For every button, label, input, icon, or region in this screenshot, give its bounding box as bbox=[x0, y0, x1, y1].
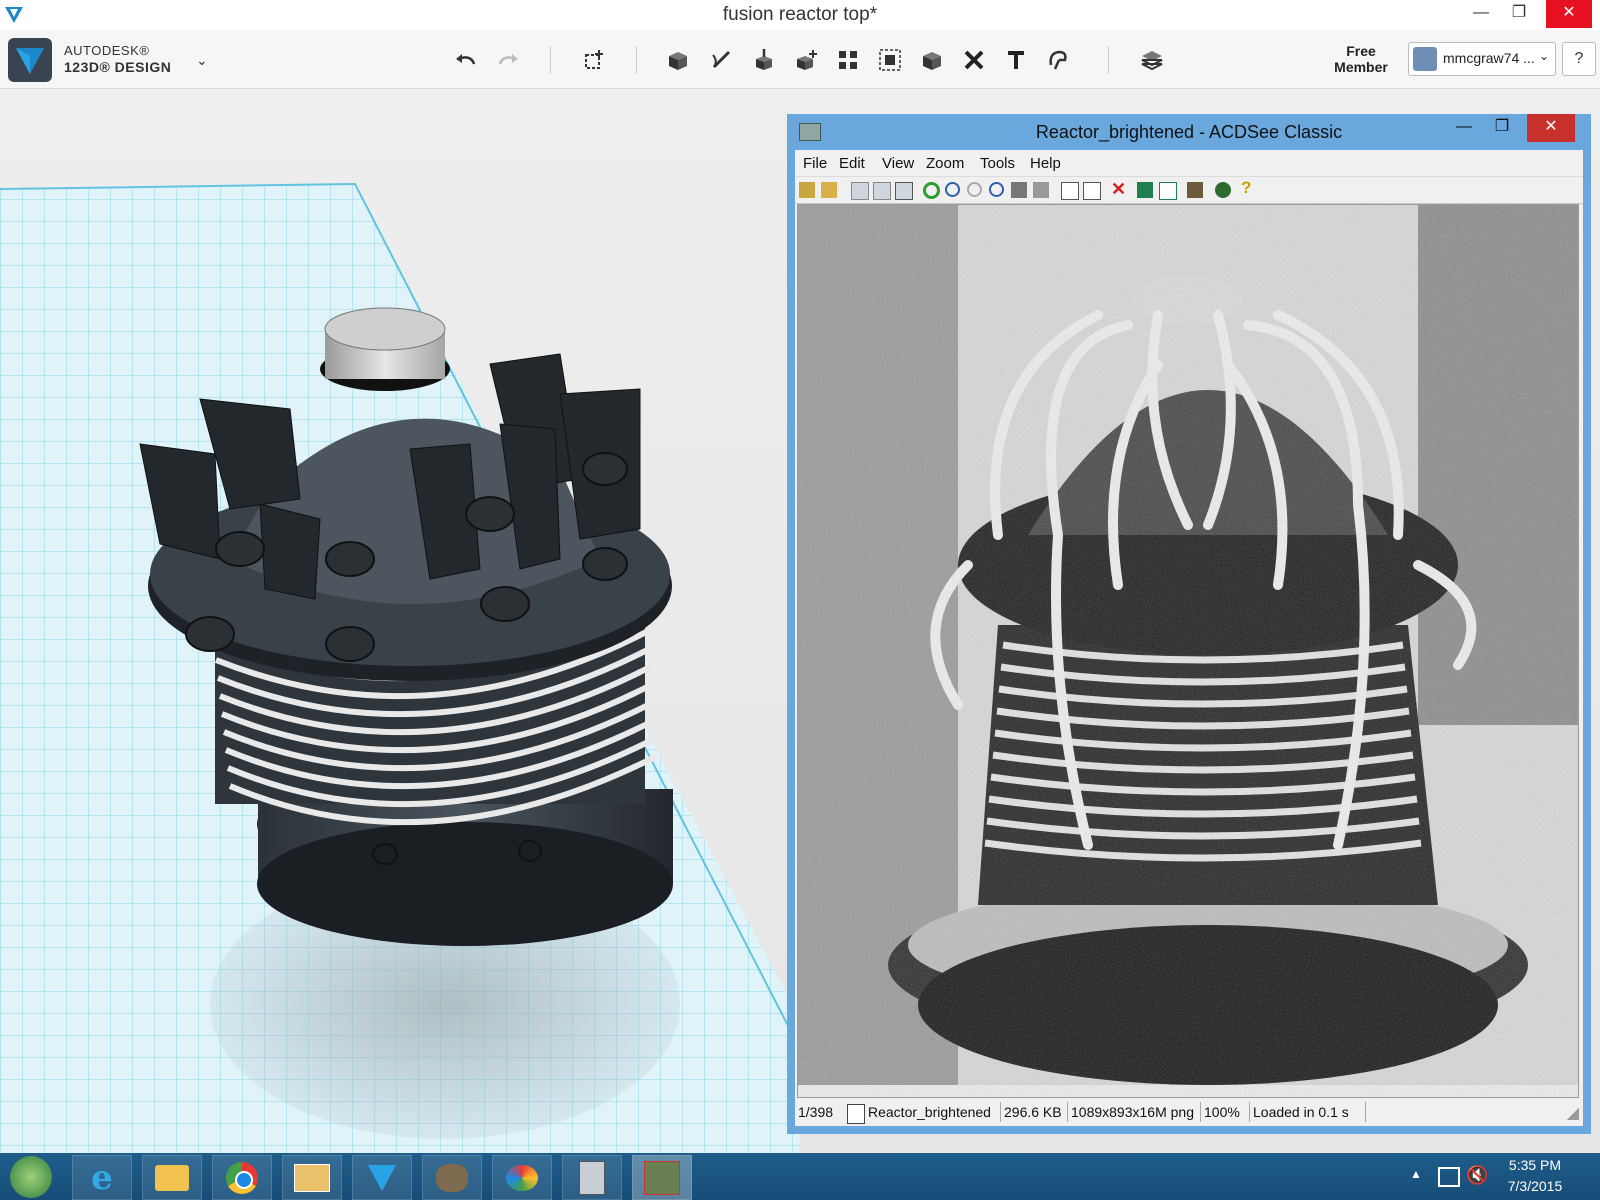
wallpaper-icon[interactable] bbox=[1215, 182, 1231, 198]
resize-grip-icon[interactable] bbox=[1567, 1108, 1579, 1120]
taskbar: e ▲ 🔇 5:35 PM 7/3/2015 bbox=[0, 1153, 1600, 1200]
zoom-in-icon[interactable] bbox=[989, 182, 1004, 197]
user-name: mmcgraw74 ... bbox=[1443, 50, 1535, 66]
acdsee-client-area: File Edit View Zoom Tools Help ✕ ? 1/398… bbox=[795, 150, 1583, 1126]
reactor-photo bbox=[798, 205, 1578, 1097]
print-icon[interactable] bbox=[1011, 182, 1027, 198]
next-image-icon[interactable] bbox=[873, 182, 891, 200]
modify-icon[interactable] bbox=[790, 44, 822, 76]
copy-icon[interactable] bbox=[1061, 182, 1079, 200]
menu-file[interactable]: File bbox=[803, 155, 827, 172]
primitives-icon[interactable] bbox=[662, 44, 694, 76]
acdsee-window: Reactor_brightened - ACDSee Classic — ❐ … bbox=[787, 114, 1591, 1134]
previous-image-icon[interactable] bbox=[851, 182, 869, 200]
internet-explorer-icon[interactable]: e bbox=[72, 1155, 132, 1200]
status-file-size: 296.6 KB bbox=[1000, 1102, 1066, 1122]
construct-icon[interactable] bbox=[748, 44, 780, 76]
delete-icon[interactable]: ✕ bbox=[1111, 179, 1126, 200]
acdsee-status-bar: 1/398 Reactor_brightened 296.6 KB 1089x8… bbox=[795, 1100, 1583, 1126]
menu-edit[interactable]: Edit bbox=[839, 155, 865, 172]
acdsee-menu-bar: File Edit View Zoom Tools Help bbox=[795, 150, 1583, 176]
acquire-icon[interactable] bbox=[1033, 182, 1049, 198]
membership-line1: Free bbox=[1346, 43, 1376, 59]
menu-help[interactable]: Help bbox=[1030, 155, 1061, 172]
status-filename: Reactor_brightened bbox=[868, 1104, 991, 1120]
acdsee-icon[interactable] bbox=[632, 1155, 692, 1200]
status-load-time: Loaded in 0.1 s bbox=[1249, 1102, 1363, 1122]
acdsee-title-bar: Reactor_brightened - ACDSee Classic — ❐ … bbox=[787, 114, 1591, 150]
toolbar-separator bbox=[1108, 46, 1109, 74]
status-zoom: 100% bbox=[1200, 1102, 1248, 1122]
mail-icon[interactable] bbox=[282, 1155, 342, 1200]
acdsee-restore-button[interactable]: ❐ bbox=[1485, 114, 1519, 142]
avatar bbox=[1413, 47, 1437, 71]
window-title: fusion reactor top* bbox=[722, 4, 878, 25]
status-dimensions: 1089x893x16M png bbox=[1067, 1102, 1199, 1122]
combine-icon[interactable] bbox=[916, 44, 948, 76]
close-button[interactable]: ✕ bbox=[1546, 0, 1592, 28]
menu-tools[interactable]: Tools bbox=[980, 155, 1015, 172]
acdsee-close-button[interactable]: ✕ bbox=[1527, 114, 1575, 142]
file-type-icon bbox=[847, 1104, 865, 1124]
menu-view[interactable]: View bbox=[882, 155, 914, 172]
acdsee-toolbar: ✕ ? bbox=[795, 176, 1583, 204]
paste-icon[interactable] bbox=[1083, 182, 1101, 200]
snap-icon[interactable] bbox=[1042, 44, 1074, 76]
text-icon[interactable] bbox=[1000, 44, 1032, 76]
sketch-icon[interactable] bbox=[706, 44, 738, 76]
transform-icon[interactable] bbox=[578, 44, 610, 76]
clock-date[interactable]: 7/3/2015 bbox=[1490, 1178, 1580, 1194]
properties-icon[interactable] bbox=[1159, 182, 1177, 200]
grouping-icon[interactable] bbox=[874, 44, 906, 76]
status-image-index: 1/398 bbox=[798, 1104, 834, 1120]
network-icon[interactable] bbox=[1438, 1167, 1460, 1187]
delete-icon[interactable] bbox=[958, 44, 990, 76]
help-icon[interactable]: ? bbox=[1241, 178, 1251, 198]
brand-name-line1: AUTODESK® bbox=[64, 43, 150, 58]
user-menu[interactable]: mmcgraw74 ... ⌄ bbox=[1408, 42, 1556, 76]
paint-icon[interactable] bbox=[492, 1155, 552, 1200]
image-viewer[interactable] bbox=[797, 204, 1579, 1098]
membership-status: Free Member bbox=[1320, 43, 1402, 75]
zoom-reset-icon[interactable] bbox=[967, 182, 982, 197]
file-explorer-icon[interactable] bbox=[142, 1155, 202, 1200]
minimize-button[interactable]: — bbox=[1464, 0, 1498, 28]
start-icon[interactable] bbox=[10, 1156, 52, 1198]
browse-icon[interactable] bbox=[799, 182, 815, 198]
brand-logo-icon[interactable] bbox=[8, 38, 52, 82]
123d-design-icon[interactable] bbox=[352, 1155, 412, 1200]
full-screen-icon[interactable] bbox=[895, 182, 913, 200]
redo-icon[interactable] bbox=[492, 44, 524, 76]
restore-button[interactable]: ❐ bbox=[1502, 0, 1536, 28]
zoom-out-icon[interactable] bbox=[945, 182, 960, 197]
rename-icon[interactable] bbox=[1137, 182, 1153, 198]
app-menu-chevron-icon[interactable]: ⌄ bbox=[196, 52, 208, 69]
acdsee-minimize-button[interactable]: — bbox=[1447, 114, 1481, 142]
clock-time[interactable]: 5:35 PM bbox=[1490, 1157, 1580, 1173]
material-icon[interactable] bbox=[1136, 44, 1168, 76]
brand-name-line2: 123D® DESIGN bbox=[64, 59, 172, 75]
membership-line2: Member bbox=[1334, 59, 1388, 75]
open-folder-icon[interactable] bbox=[821, 182, 837, 198]
undo-icon[interactable] bbox=[450, 44, 482, 76]
chevron-down-icon: ⌄ bbox=[1539, 49, 1550, 63]
pattern-icon[interactable] bbox=[832, 44, 864, 76]
toolbar-separator bbox=[550, 46, 551, 74]
speaker-muted-icon[interactable]: 🔇 bbox=[1466, 1165, 1488, 1186]
menu-zoom[interactable]: Zoom bbox=[926, 155, 964, 172]
calculator-icon[interactable] bbox=[562, 1155, 622, 1200]
main-toolbar: AUTODESK® 123D® DESIGN ⌄ Free Member mmc… bbox=[0, 30, 1600, 89]
chrome-icon[interactable] bbox=[212, 1155, 272, 1200]
help-button[interactable]: ? bbox=[1562, 42, 1596, 76]
toolbar-separator bbox=[636, 46, 637, 74]
rotate-icon[interactable] bbox=[923, 182, 940, 199]
app-title-bar: fusion reactor top* — ❐ ✕ bbox=[0, 0, 1600, 30]
status-empty-panel bbox=[1365, 1102, 1569, 1122]
show-hidden-icons-icon[interactable]: ▲ bbox=[1410, 1167, 1422, 1181]
tools-icon[interactable] bbox=[1187, 182, 1203, 198]
gimp-icon[interactable] bbox=[422, 1155, 482, 1200]
